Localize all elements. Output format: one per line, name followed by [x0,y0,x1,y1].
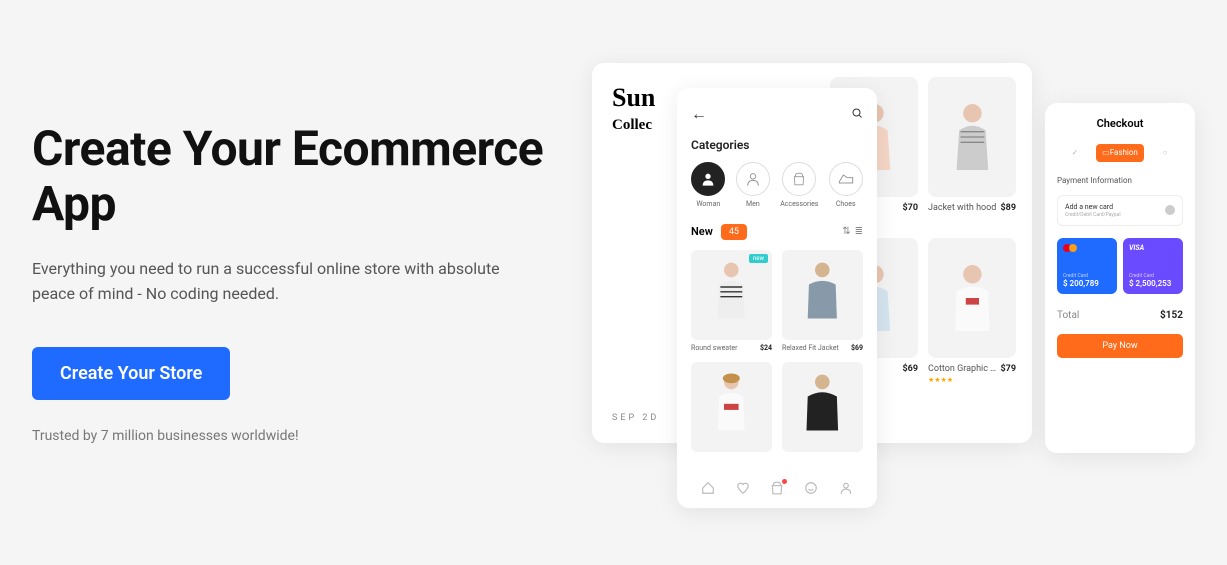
new-tag: new [749,254,768,263]
filter-icon[interactable]: ≣ [855,226,863,237]
product-card[interactable]: Cotton Graphic Tee$79 ★★★★ [928,238,1016,384]
category-item[interactable]: Choes [828,162,863,208]
category-label: Woman [691,200,726,208]
rating-stars: ★★★★ [928,376,1016,384]
payment-card[interactable]: VISA Credit Card $ 2,500,253 [1123,238,1183,294]
category-item[interactable]: Accessories [780,162,818,208]
user-icon[interactable] [839,481,853,498]
back-icon[interactable]: ← [691,104,707,124]
categories-heading: Categories [691,138,863,152]
product-card[interactable]: Jacket with hood$89 [928,77,1016,213]
card-amount: $ 2,500,253 [1129,279,1177,288]
product-name: Round sweater [691,344,737,352]
new-count-badge: 45 [721,224,747,240]
mastercard-icon [1063,244,1111,252]
add-card-sub: Credit/Debit Card/Paypal [1065,212,1121,218]
checkout-tab[interactable]: ○ [1150,144,1180,162]
checkout-title: Checkout [1057,117,1183,130]
collection-date: SEP 2D [612,413,659,423]
trusted-text: Trusted by 7 million businesses worldwid… [32,428,552,444]
add-card-input[interactable]: Add a new card Credit/Debit Card/Paypal [1057,195,1183,226]
product-price: $70 [903,203,919,213]
heart-icon[interactable] [736,481,750,498]
product-name: Cotton Graphic Tee [928,364,1001,374]
product-card[interactable]: Relaxed Fit Jacket $69 [782,250,863,352]
category-item[interactable]: Woman [691,162,726,208]
mobile-app-preview-panel: ← Categories Woman Men Accessories [677,88,877,508]
product-price: $79 [1001,364,1017,374]
add-icon[interactable] [1165,205,1175,215]
product-price: $24 [760,344,772,352]
add-card-label: Add a new card [1065,203,1121,211]
hero-subtitle: Everything you need to run a successful … [32,256,532,307]
product-card[interactable]: new Round sweater $24 [691,250,772,352]
new-label: New [691,225,713,238]
sort-icon[interactable]: ⇅ [842,226,850,237]
category-item[interactable]: Men [736,162,771,208]
product-card[interactable] [782,362,863,452]
product-name: Relaxed Fit Jacket [782,344,839,352]
product-card[interactable] [691,362,772,452]
card-amount: $ 200,789 [1063,279,1111,288]
visa-icon: VISA [1129,244,1177,252]
create-store-button[interactable]: Create Your Store [32,347,230,400]
smile-icon[interactable] [804,481,818,498]
category-label: Choes [828,200,863,208]
payment-card[interactable]: Credit Card $ 200,789 [1057,238,1117,294]
search-icon[interactable] [851,104,863,123]
product-price: $69 [851,344,863,352]
product-name: Jacket with hood [928,203,1001,213]
checkout-tab[interactable]: ✓ [1060,144,1090,162]
product-price: $69 [903,364,919,374]
pay-now-button[interactable]: Pay Now [1057,334,1183,358]
category-label: Men [736,200,771,208]
hero-title: Create Your Ecommerce App [32,121,552,231]
checkout-tab-active[interactable]: ▭ Fashion [1096,144,1144,162]
home-icon[interactable] [701,481,715,498]
total-value: $152 [1160,310,1183,321]
payment-info-heading: Payment Information [1057,176,1183,185]
product-price: $89 [1001,203,1017,213]
cart-icon[interactable] [770,481,784,498]
total-label: Total [1057,310,1079,321]
checkout-preview-panel: Checkout ✓ ▭ Fashion ○ Payment Informati… [1045,103,1195,453]
category-label: Accessories [780,200,818,208]
